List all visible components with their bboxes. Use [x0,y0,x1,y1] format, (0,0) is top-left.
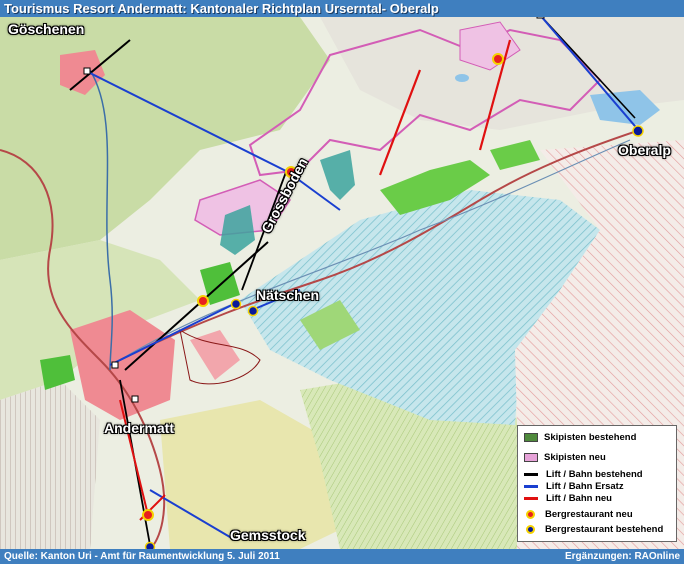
place-label-gemsstock: Gemsstock [230,527,306,543]
footer-additions: Ergänzungen: RAOnline [565,551,680,562]
legend-item-lift-new: Lift / Bahn neu [524,493,612,505]
place-label-oberalp: Oberalp [618,142,671,158]
legend-item-lift-replacement: Lift / Bahn Ersatz [524,481,624,493]
map-legend: Skipisten bestehend Skipisten neu Lift /… [517,425,677,542]
legend-label-lift-replacement: Lift / Bahn Ersatz [546,481,624,492]
legend-label-lift-new: Lift / Bahn neu [546,493,612,504]
legend-label-pistes-new: Skipisten neu [544,452,606,463]
small-lake [455,74,469,82]
legend-label-lift-existing: Lift / Bahn bestehend [546,469,643,480]
restaurant-existing-naetschen-1 [230,298,242,310]
map-title: Tourismus Resort Andermatt: Kantonaler R… [0,0,684,17]
legend-line-lift-replacement [524,484,538,488]
legend-item-restaurant-new: Bergrestaurant neu [524,509,633,521]
legend-dot-restaurant-existing [526,524,535,534]
place-label-goeschenen: Göschenen [8,21,85,37]
legend-item-restaurant-existing: Bergrestaurant bestehend [524,524,663,536]
legend-line-lift-existing [524,472,538,476]
restaurant-new-oberalp [492,53,504,65]
legend-swatch-pistes-existing [524,432,538,442]
legend-item-pistes-existing: Skipisten bestehend [524,432,636,444]
legend-dot-restaurant-new [526,509,535,519]
station-andermatt-south [131,395,139,403]
legend-item-lift-existing: Lift / Bahn bestehend [524,469,643,481]
rock-area-southwest [0,380,100,549]
place-label-naetschen: Nätschen [256,287,320,303]
legend-swatch-pistes-new [524,452,538,462]
station-goeschenen [83,67,91,75]
footer-bar: Quelle: Kanton Uri - Amt für Raumentwick… [0,549,684,564]
restaurant-existing-naetschen-2 [247,305,259,317]
restaurant-existing-oberalp [632,125,644,137]
legend-line-lift-new [524,496,538,500]
legend-label-restaurant-existing: Bergrestaurant bestehend [545,524,664,535]
restaurant-new-gemsstock [142,509,154,521]
footer-source: Quelle: Kanton Uri - Amt für Raumentwick… [4,551,280,562]
restaurant-new-naetschen [197,295,209,307]
place-label-andermatt: Andermatt [104,420,175,436]
station-andermatt [111,361,119,369]
legend-item-pistes-new: Skipisten neu [524,452,606,464]
legend-label-restaurant-new: Bergrestaurant neu [545,509,633,520]
legend-label-pistes-existing: Skipisten bestehend [544,432,637,443]
